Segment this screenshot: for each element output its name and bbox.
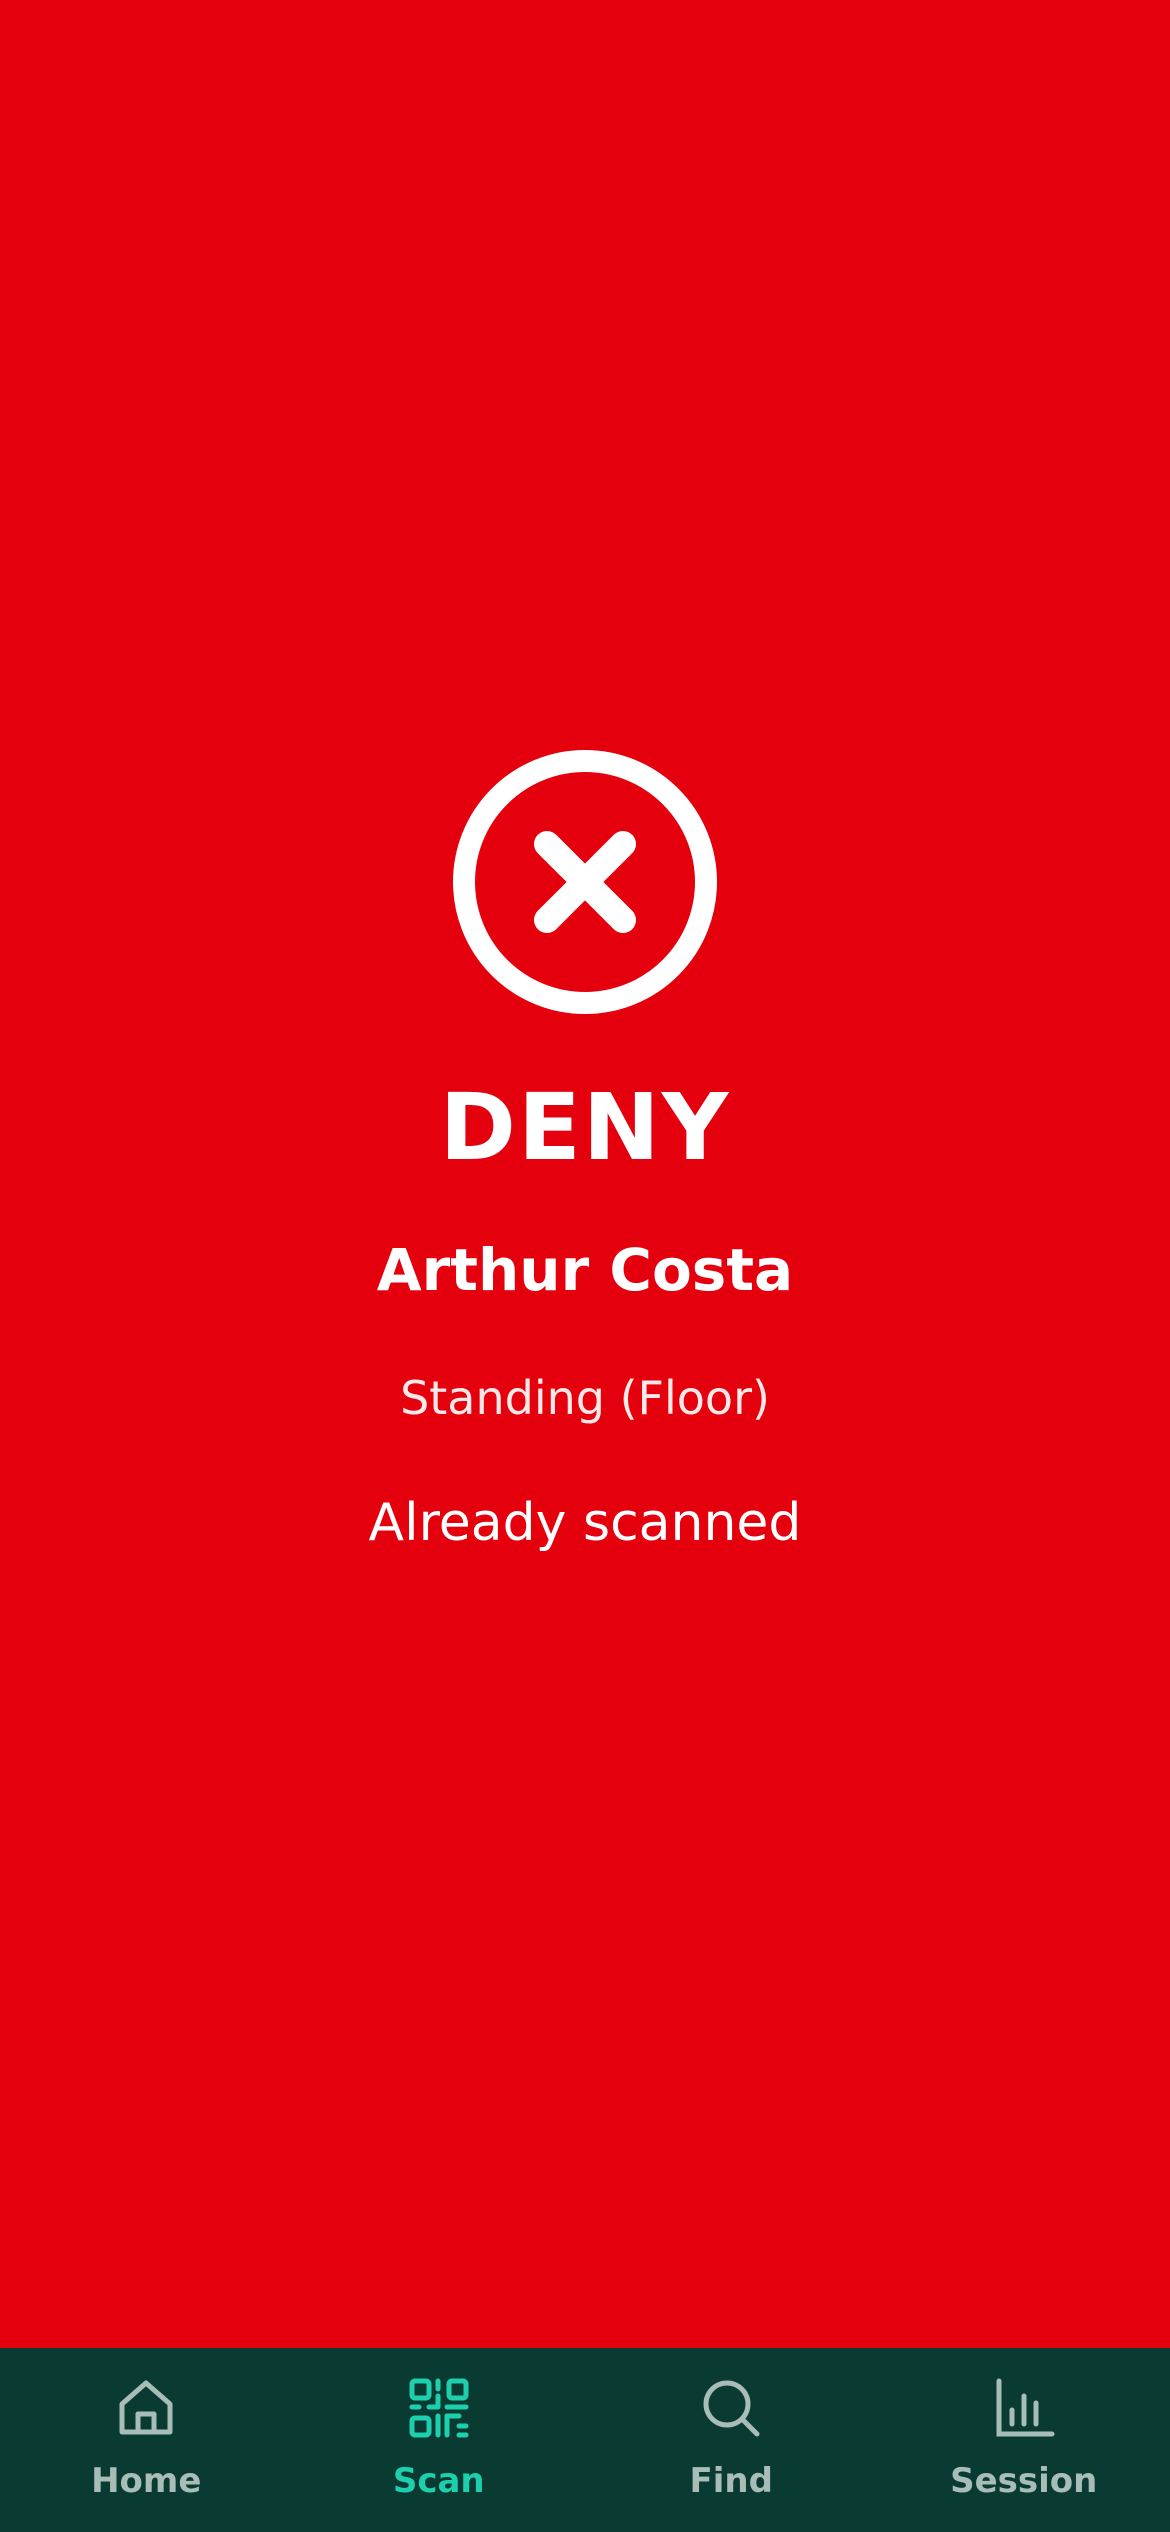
tab-scan-label: Scan — [392, 2461, 485, 2501]
bottom-tab-bar: Home Scan Find Session — [0, 2348, 1170, 2532]
x-circle-icon — [451, 748, 719, 1016]
deny-reason: Already scanned — [368, 1493, 802, 1553]
attendee-name: Arthur Costa — [376, 1236, 794, 1304]
bar-chart-icon — [992, 2376, 1056, 2440]
ticket-type: Standing (Floor) — [400, 1371, 770, 1425]
tab-session-label: Session — [950, 2461, 1098, 2501]
scan-result-screen: DENY Arthur Costa Standing (Floor) Alrea… — [0, 0, 1170, 2532]
tab-session[interactable]: Session — [878, 2348, 1170, 2532]
tab-find[interactable]: Find — [585, 2348, 878, 2532]
search-icon — [699, 2376, 763, 2440]
tab-home-label: Home — [91, 2461, 202, 2501]
status-title: DENY — [439, 1074, 731, 1181]
scan-result-panel: DENY Arthur Costa Standing (Floor) Alrea… — [0, 0, 1170, 2348]
qr-code-icon — [407, 2376, 471, 2440]
tab-scan[interactable]: Scan — [293, 2348, 586, 2532]
tab-find-label: Find — [689, 2461, 773, 2501]
home-icon — [114, 2376, 178, 2440]
tab-home[interactable]: Home — [0, 2348, 293, 2532]
